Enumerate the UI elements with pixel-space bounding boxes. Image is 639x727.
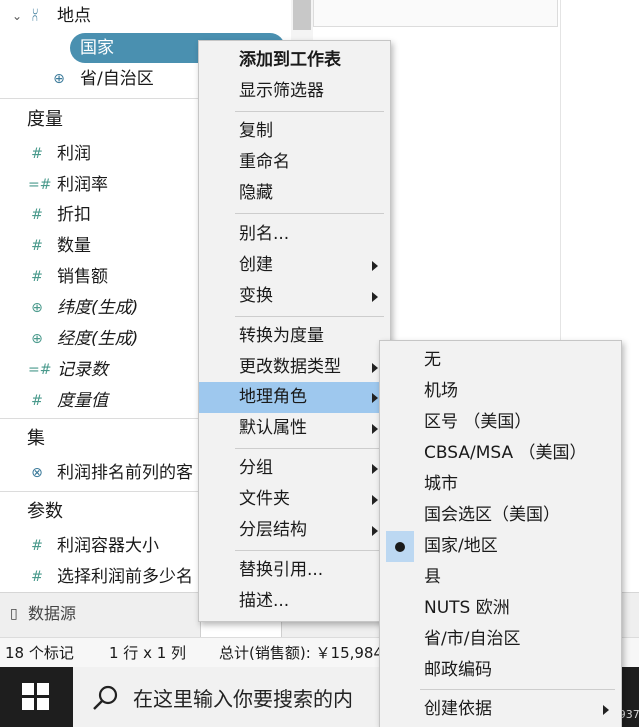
field-label: 选择利润前多少名 xyxy=(57,567,193,587)
submenu-arrow-icon xyxy=(372,363,378,373)
menu-item-folder[interactable]: 文件夹 xyxy=(199,484,390,515)
field-label: 省/自治区 xyxy=(80,69,154,89)
menu-item-copy[interactable]: 复制 xyxy=(199,116,390,147)
field-label: 数量 xyxy=(57,236,91,256)
globe-icon: ⊕ xyxy=(53,71,65,87)
menu-item-hierarchy[interactable]: 分层结构 xyxy=(199,515,390,546)
geo-role-airport[interactable]: 机场 xyxy=(380,376,621,407)
field-label: 折扣 xyxy=(57,205,91,225)
folder-label: 地点 xyxy=(57,6,91,26)
tab-datasource[interactable]: ▯ 数据源 xyxy=(0,592,115,636)
submenu-arrow-icon xyxy=(372,261,378,271)
menu-item-rename[interactable]: 重命名 xyxy=(199,147,390,178)
geo-role-state-province[interactable]: 省/市/自治区 xyxy=(380,624,621,655)
field-context-menu: 添加到工作表 显示筛选器 复制 重命名 隐藏 别名... 创建 变换 转换为度量… xyxy=(198,40,391,622)
field-label: 利润排名前列的客 xyxy=(57,463,193,483)
geo-role-none[interactable]: 无 xyxy=(380,345,621,376)
menu-item-group[interactable]: 分组 xyxy=(199,453,390,484)
globe-icon: ⊕ xyxy=(53,40,65,56)
menu-item-default-properties[interactable]: 默认属性 xyxy=(199,413,390,444)
menu-item-convert-to-measure[interactable]: 转换为度量 xyxy=(199,321,390,352)
sales-total: 总计(销售额): ￥15,984 xyxy=(219,644,384,662)
menu-item-transform[interactable]: 变换 xyxy=(199,281,390,312)
marks-count: 18 个标记 xyxy=(5,644,74,662)
field-label: 纬度(生成) xyxy=(57,298,139,318)
number-icon: # xyxy=(31,207,43,223)
menu-item-show-filter[interactable]: 显示筛选器 xyxy=(199,76,390,107)
search-icon xyxy=(93,685,118,710)
geo-role-create-from[interactable]: 创建依据 xyxy=(380,694,621,725)
menu-item-describe[interactable]: 描述... xyxy=(199,586,390,617)
submenu-arrow-icon xyxy=(372,495,378,505)
calculated-number-icon: =# xyxy=(28,177,52,193)
globe-icon: ⊕ xyxy=(31,300,43,316)
geo-role-county[interactable]: 县 xyxy=(380,562,621,593)
submenu-arrow-icon xyxy=(372,464,378,474)
hierarchy-icon: ⩆ xyxy=(31,8,39,24)
parameters-header: 参数 xyxy=(27,501,63,522)
menu-separator xyxy=(235,316,384,317)
calculated-number-icon: =# xyxy=(28,362,52,378)
submenu-arrow-icon xyxy=(603,705,609,715)
submenu-arrow-icon xyxy=(372,292,378,302)
submenu-arrow-icon xyxy=(372,526,378,536)
number-icon: # xyxy=(31,146,43,162)
geo-role-congressional-district[interactable]: 国会选区（美国） xyxy=(380,500,621,531)
menu-item-aliases[interactable]: 别名... xyxy=(199,219,390,250)
menu-item-change-data-type[interactable]: 更改数据类型 xyxy=(199,352,390,383)
menu-separator xyxy=(235,550,384,551)
number-icon: # xyxy=(31,238,43,254)
field-label: 利润率 xyxy=(57,175,108,195)
field-label: 记录数 xyxy=(57,360,108,380)
menu-item-add-to-sheet[interactable]: 添加到工作表 xyxy=(199,45,390,76)
windows-start-icon[interactable] xyxy=(22,683,50,711)
menu-item-replace-references[interactable]: 替换引用... xyxy=(199,555,390,586)
geo-role-area-code[interactable]: 区号 （美国） xyxy=(380,407,621,438)
geo-role-nuts-europe[interactable]: NUTS 欧洲 xyxy=(380,593,621,624)
shelf-panel xyxy=(313,0,558,27)
menu-separator xyxy=(235,213,384,214)
rows-cols: 1 行 x 1 列 xyxy=(109,644,187,662)
menu-item-hide[interactable]: 隐藏 xyxy=(199,178,390,209)
radio-dot-icon xyxy=(395,542,405,552)
scrollbar-thumb[interactable] xyxy=(293,0,311,30)
tab-label: 数据源 xyxy=(28,604,77,623)
geo-role-country[interactable]: 国家/地区 xyxy=(380,531,621,562)
menu-item-create[interactable]: 创建 xyxy=(199,250,390,281)
database-icon: ▯ xyxy=(10,606,18,622)
field-label: 国家 xyxy=(80,38,114,58)
set-icon: ⊗ xyxy=(31,465,43,481)
measures-header: 度量 xyxy=(27,109,63,130)
field-label: 利润 xyxy=(57,144,91,164)
field-label: 度量值 xyxy=(57,391,108,411)
chevron-down-icon[interactable]: ⌄ xyxy=(8,1,26,31)
globe-icon: ⊕ xyxy=(31,331,43,347)
sets-header: 集 xyxy=(27,428,45,449)
field-label: 利润容器大小 xyxy=(57,536,159,556)
menu-item-geographic-role[interactable]: 地理角色 xyxy=(199,382,390,413)
field-label: 销售额 xyxy=(57,267,108,287)
submenu-arrow-icon xyxy=(372,424,378,434)
field-label: 经度(生成) xyxy=(57,329,139,349)
geographic-role-submenu: 无 机场 区号 （美国） CBSA/MSA （美国） 城市 国会选区（美国） 国… xyxy=(379,340,622,727)
menu-separator xyxy=(235,111,384,112)
menu-separator xyxy=(235,448,384,449)
number-icon: # xyxy=(31,538,43,554)
submenu-arrow-icon xyxy=(372,393,378,403)
folder-location[interactable]: ⌄ ⩆ 地点 xyxy=(0,1,300,31)
number-icon: # xyxy=(31,569,43,585)
number-icon: # xyxy=(31,393,43,409)
number-icon: # xyxy=(31,269,43,285)
geo-role-city[interactable]: 城市 xyxy=(380,469,621,500)
taskbar-search-placeholder: 在这里输入你要搜索的内 xyxy=(133,687,353,711)
geo-role-cbsa-msa[interactable]: CBSA/MSA （美国） xyxy=(380,438,621,469)
geo-role-zip-code[interactable]: 邮政编码 xyxy=(380,655,621,686)
menu-separator xyxy=(420,689,615,690)
